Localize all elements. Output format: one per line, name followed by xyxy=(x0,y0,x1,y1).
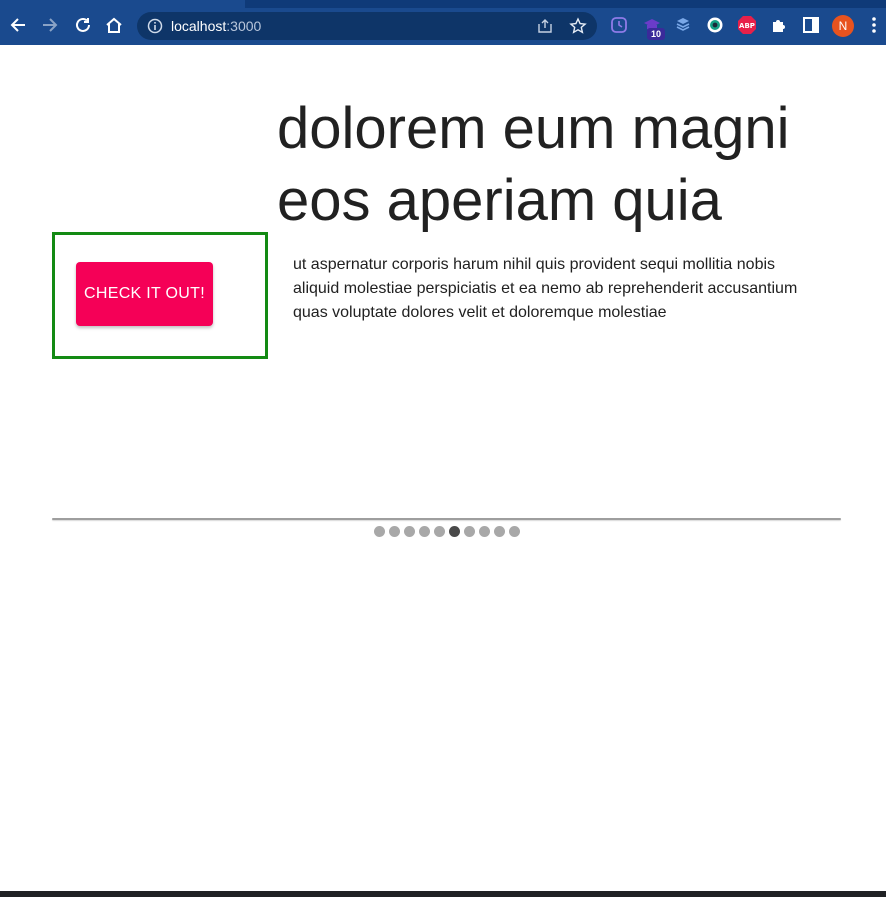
slide-headline: dolorem eum magni eos aperiam quia xyxy=(277,93,837,237)
eye-extension-icon[interactable] xyxy=(705,15,725,35)
side-panel-icon[interactable] xyxy=(801,15,821,35)
home-icon[interactable] xyxy=(103,14,125,36)
adblock-plus-icon[interactable]: ABP xyxy=(737,15,757,35)
carousel-dot[interactable] xyxy=(374,526,385,537)
check-it-out-button[interactable]: CHECK IT OUT! xyxy=(76,262,213,326)
carousel-dot[interactable] xyxy=(449,526,460,537)
carousel-indicators xyxy=(374,526,520,537)
forward-icon[interactable] xyxy=(39,14,61,36)
tab-strip xyxy=(0,0,886,8)
puzzle-extensions-icon[interactable] xyxy=(769,15,789,35)
carousel-divider xyxy=(52,518,841,520)
carousel-dot[interactable] xyxy=(419,526,430,537)
bookmark-star-icon[interactable] xyxy=(569,17,587,35)
share-icon[interactable] xyxy=(537,18,553,34)
carousel-dot[interactable] xyxy=(494,526,505,537)
browser-toolbar: localhost:3000 10 ABP N xyxy=(0,0,886,45)
headline-line-1: dolorem eum magni xyxy=(277,96,790,161)
extension-count-badge: 10 xyxy=(647,28,665,40)
url-host: localhost xyxy=(171,18,227,34)
carousel-dot[interactable] xyxy=(509,526,520,537)
back-icon[interactable] xyxy=(7,14,29,36)
carousel-dot[interactable] xyxy=(434,526,445,537)
address-bar[interactable]: localhost:3000 xyxy=(137,12,597,40)
taskbar-edge xyxy=(0,891,886,897)
url-text: localhost:3000 xyxy=(171,18,261,34)
profile-avatar[interactable]: N xyxy=(832,15,854,37)
site-info-icon[interactable] xyxy=(147,18,163,34)
history-extension-icon[interactable] xyxy=(609,15,629,35)
active-tab[interactable] xyxy=(0,0,245,8)
reload-icon[interactable] xyxy=(72,14,94,36)
svg-text:ABP: ABP xyxy=(739,22,755,30)
slide-description: ut aspernatur corporis harum nihil quis … xyxy=(293,256,798,321)
carousel-dot[interactable] xyxy=(479,526,490,537)
menu-kebab-icon[interactable] xyxy=(864,15,884,35)
carousel-dot[interactable] xyxy=(464,526,475,537)
cta-highlight-box: CHECK IT OUT! xyxy=(52,232,268,359)
carousel-dot[interactable] xyxy=(389,526,400,537)
url-port: :3000 xyxy=(226,18,262,34)
headline-line-2: eos aperiam quia xyxy=(277,168,722,233)
carousel-dot[interactable] xyxy=(404,526,415,537)
layers-extension-icon[interactable] xyxy=(673,15,693,35)
